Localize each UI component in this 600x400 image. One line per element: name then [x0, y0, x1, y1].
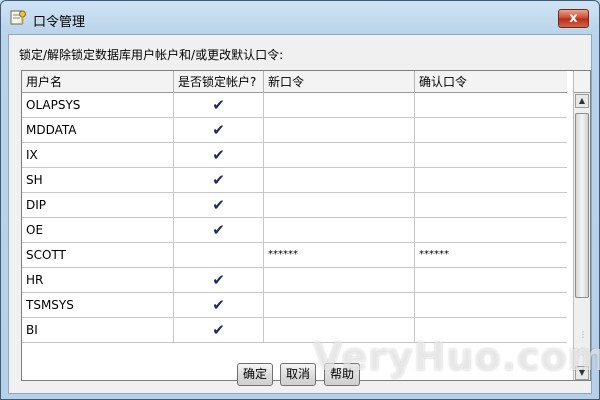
confirm-password-field[interactable]	[415, 93, 567, 117]
close-button[interactable]: x	[558, 9, 589, 28]
scroll-up-icon[interactable]: ▲	[575, 94, 589, 108]
checkmark-icon: ✔	[212, 171, 225, 189]
confirm-password-field[interactable]	[415, 118, 567, 142]
username-cell[interactable]: BI	[22, 318, 174, 342]
username-cell[interactable]: OLAPSYS	[22, 93, 174, 117]
new-password-field[interactable]	[264, 293, 415, 317]
new-password-field[interactable]	[264, 193, 415, 217]
lock-checkbox-cell[interactable]: ✔	[174, 318, 264, 342]
username-cell[interactable]: MDDATA	[22, 118, 174, 142]
lock-checkbox-cell[interactable]: ✔	[174, 218, 264, 242]
checkmark-icon: ✔	[212, 121, 225, 139]
column-header-locked[interactable]: 是否锁定帐户?	[174, 71, 264, 93]
username-cell[interactable]: TSMSYS	[22, 293, 174, 317]
watermark: VeryHuo.com	[313, 335, 600, 379]
checkmark-icon: ✔	[212, 146, 225, 164]
cancel-button[interactable]: 取消	[280, 363, 316, 386]
table-row[interactable]: OLAPSYS ✔	[22, 93, 567, 118]
window-title: 口令管理	[33, 15, 86, 30]
checkmark-icon: ✔	[212, 321, 225, 339]
lock-checkbox-cell[interactable]: ✔	[174, 193, 264, 217]
lock-checkbox-cell[interactable]: ✔	[174, 143, 264, 167]
table-row[interactable]: TSMSYS ✔	[22, 293, 567, 318]
lock-checkbox-cell[interactable]: ✔	[174, 268, 264, 292]
new-password-field[interactable]	[264, 93, 415, 117]
table-row[interactable]: SH ✔	[22, 168, 567, 193]
close-icon: x	[569, 11, 578, 26]
confirm-password-field[interactable]	[415, 143, 567, 167]
checkmark-icon: ✔	[212, 221, 225, 239]
scroll-thumb[interactable]	[575, 113, 589, 298]
new-password-field[interactable]	[264, 118, 415, 142]
checkmark-icon: ✔	[212, 296, 225, 314]
confirm-password-field[interactable]	[415, 168, 567, 192]
column-header-new-password[interactable]: 新口令	[264, 71, 415, 93]
column-header-username[interactable]: 用户名	[22, 71, 174, 93]
new-password-field[interactable]: ******	[264, 243, 415, 267]
username-cell[interactable]: OE	[22, 218, 174, 242]
new-password-field[interactable]	[264, 218, 415, 242]
confirm-password-field[interactable]	[415, 293, 567, 317]
table-row[interactable]: OE ✔	[22, 218, 567, 243]
checkmark-icon: ✔	[212, 196, 225, 214]
username-cell[interactable]: DIP	[22, 193, 174, 217]
table-row[interactable]: HR ✔	[22, 268, 567, 293]
password-management-dialog: 口令管理 x 锁定/解除锁定数据库用户帐户和/或更改默认口令: 用户名 是否锁定…	[0, 0, 600, 400]
new-password-field[interactable]	[264, 143, 415, 167]
new-password-field[interactable]	[264, 168, 415, 192]
table-row[interactable]: DIP ✔	[22, 193, 567, 218]
app-icon	[10, 10, 26, 25]
confirm-password-field[interactable]	[415, 218, 567, 242]
table-row[interactable]: MDDATA ✔	[22, 118, 567, 143]
ok-button[interactable]: 确定	[237, 363, 273, 386]
instruction-label: 锁定/解除锁定数据库用户帐户和/或更改默认口令:	[19, 48, 284, 62]
confirm-password-field[interactable]	[415, 193, 567, 217]
lock-checkbox-cell[interactable]: ✔	[174, 118, 264, 142]
table-header: 用户名 是否锁定帐户? 新口令 确认口令	[22, 71, 567, 93]
username-cell[interactable]: SH	[22, 168, 174, 192]
column-header-confirm-password[interactable]: 确认口令	[415, 71, 567, 93]
checkmark-icon: ✔	[212, 96, 225, 114]
table-row[interactable]: SCOTT ****** ******	[22, 243, 567, 268]
lock-checkbox-cell[interactable]: ✔	[174, 293, 264, 317]
title-bar[interactable]: 口令管理 x	[1, 1, 599, 35]
new-password-field[interactable]	[264, 268, 415, 292]
username-cell[interactable]: SCOTT	[22, 243, 174, 267]
table-row[interactable]: IX ✔	[22, 143, 567, 168]
lock-checkbox-cell[interactable]	[174, 243, 264, 267]
lock-checkbox-cell[interactable]: ✔	[174, 168, 264, 192]
confirm-password-field[interactable]	[415, 268, 567, 292]
checkmark-icon: ✔	[212, 271, 225, 289]
scroll-corner	[574, 71, 590, 93]
username-cell[interactable]: HR	[22, 268, 174, 292]
lock-checkbox-cell[interactable]: ✔	[174, 93, 264, 117]
confirm-password-field[interactable]: ******	[415, 243, 567, 267]
username-cell[interactable]: IX	[22, 143, 174, 167]
